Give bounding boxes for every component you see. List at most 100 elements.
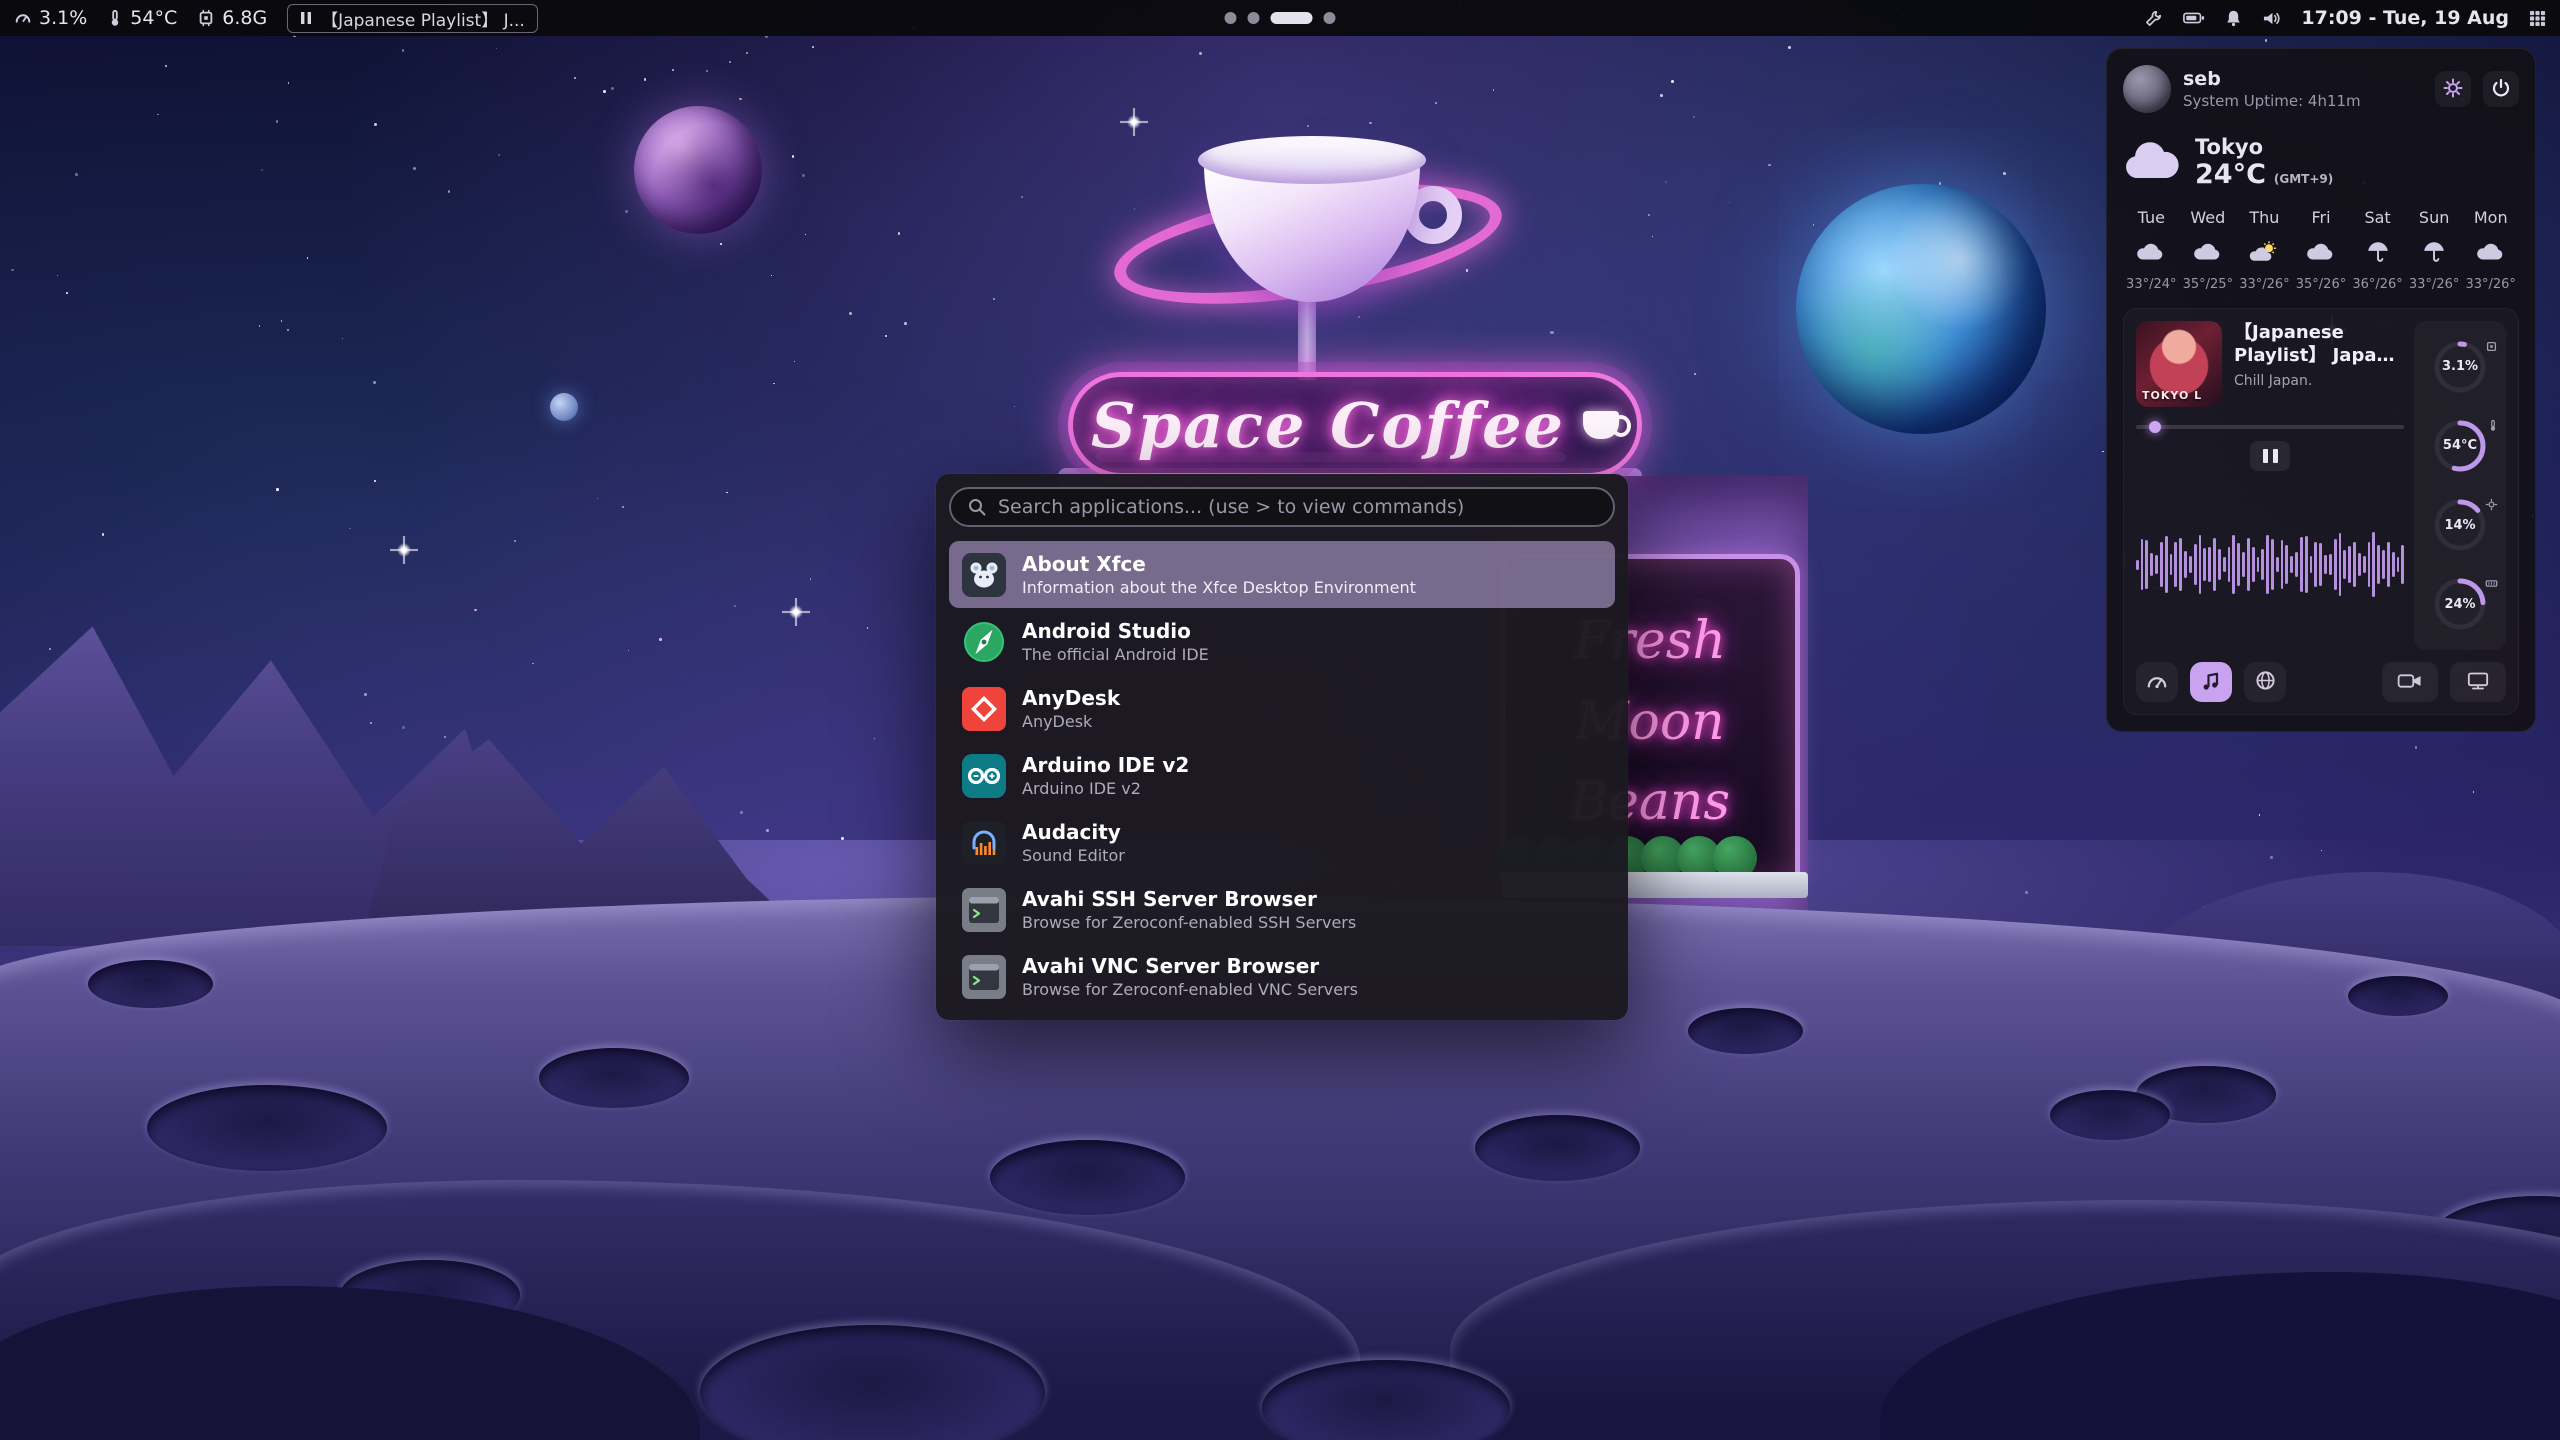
launcher-item-avahi-ssh[interactable]: Avahi SSH Server Browser Browse for Zero… [949,876,1615,943]
forecast-day: Wed 35°/25° [2180,208,2237,292]
performance-button[interactable] [2136,662,2178,702]
cpu-stat: 3.1% [14,7,87,29]
thermometer-icon [2488,417,2498,436]
launcher-item-arduino[interactable]: Arduino IDE v2 Arduino IDE v2 [949,742,1615,809]
display-button[interactable] [2450,662,2506,702]
memory-icon [2485,575,2498,594]
launcher-item-audacity[interactable]: Audacity Sound Editor [949,809,1615,876]
audacity-icon [962,821,1006,865]
app-subtitle: Arduino IDE v2 [1022,780,1189,798]
app-title: Avahi VNC Server Browser [1022,955,1358,978]
disk-gauge-value: 14% [2444,518,2475,533]
crater [539,1048,689,1108]
crater [2348,976,2448,1016]
cpu-gauge-value: 3.1% [2442,359,2478,374]
memory-gauge: 24% [2414,573,2506,635]
temperature-value: 54°C [130,7,177,29]
settings-button[interactable] [2435,71,2471,107]
weather-current: Tokyo 24°C (GMT+9) [2123,135,2519,190]
volume-icon[interactable] [2262,10,2281,27]
launcher-item-android-studio[interactable]: Android Studio The official Android IDE [949,608,1615,675]
video-camera-icon [2397,672,2423,693]
app-list: About Xfce Information about the Xfce De… [949,541,1615,1010]
xfce-icon [962,553,1006,597]
cloud-icon [2180,235,2237,269]
forecast-day: Thu 33°/26° [2236,208,2293,292]
bell-icon[interactable] [2225,9,2242,27]
cloud-icon [2293,235,2350,269]
pause-button[interactable] [2250,441,2290,471]
anydesk-icon [962,687,1006,731]
app-title: Android Studio [1022,620,1209,643]
audio-waveform [2136,479,2404,650]
web-button[interactable] [2244,662,2286,702]
pause-icon [2263,449,2268,463]
crater [147,1085,387,1171]
control-panel: seb System Uptime: 4h11m Tokyo 24°C (GMT… [2106,48,2536,732]
music-player: TOKYO L 【Japanese Playlist】 Japan All Ni… [2136,321,2404,650]
gear-icon [2443,78,2463,101]
app-launcher: About Xfce Information about the Xfce De… [936,474,1628,1020]
memory-value: 6.8G [222,7,267,29]
quick-actions [2136,662,2506,702]
android-studio-icon [962,620,1006,664]
clock[interactable]: 17:09 - Tue, 19 Aug [2301,7,2509,29]
crater [1475,1115,1640,1181]
memory-stat: 6.8G [197,7,267,29]
disk-gauge: 14% [2414,494,2506,556]
app-subtitle: Browse for Zeroconf-enabled SSH Servers [1022,914,1356,932]
power-button[interactable] [2483,71,2519,107]
display-icon [2466,671,2490,694]
search-input[interactable] [998,496,1597,518]
umbrella-icon [2349,235,2406,269]
neon-sign: Space Coffee [1068,372,1642,478]
app-title: Audacity [1022,821,1125,844]
thermometer-icon [107,9,123,27]
album-art[interactable]: TOKYO L [2136,321,2222,407]
workspace-dot[interactable] [1324,12,1336,24]
app-subtitle: AnyDesk [1022,713,1120,731]
cpu-icon [2485,338,2498,357]
screen-record-button[interactable] [2382,662,2438,702]
speedometer-icon [2146,671,2168,694]
track-artist: Chill Japan. [2234,373,2404,389]
temperature-gauge: 54°C [2414,415,2506,477]
coffee-cup-icon [1583,411,1619,439]
app-grid-icon[interactable] [2529,10,2546,27]
weather-forecast: Tue 33°/24° Wed 35°/25° Thu 33°/26° Fri … [2123,208,2519,292]
music-note-icon [2201,671,2221,694]
launcher-item-anydesk[interactable]: AnyDesk AnyDesk [949,675,1615,742]
battery-icon[interactable] [2183,11,2205,25]
launcher-item-about-xfce[interactable]: About Xfce Information about the Xfce De… [949,541,1615,608]
power-icon [2491,78,2511,101]
weather-timezone: (GMT+9) [2274,172,2333,186]
music-mode-button[interactable] [2190,662,2232,702]
system-uptime: System Uptime: 4h11m [2183,92,2361,110]
workspace-dots [1225,0,1336,36]
avatar[interactable] [2123,65,2171,113]
now-playing-pill[interactable]: 【Japanese Playlist】 J... [287,4,538,33]
workspace-dot[interactable] [1248,12,1260,24]
launcher-item-avahi-vnc[interactable]: Avahi VNC Server Browser Browse for Zero… [949,943,1615,1010]
temperature-stat: 54°C [107,7,177,29]
media-system-module: TOKYO L 【Japanese Playlist】 Japan All Ni… [2123,308,2519,715]
cpu-gauge: 3.1% [2414,336,2506,398]
track-title: 【Japanese Playlist】 Japan All Night - To… [2234,321,2404,368]
seek-slider[interactable] [2136,425,2404,429]
app-title: Avahi SSH Server Browser [1022,888,1356,911]
globe-icon [2255,670,2276,694]
app-subtitle: Information about the Xfce Desktop Envir… [1022,579,1416,597]
weather-temperature: 24°C [2195,159,2266,190]
search-bar [949,487,1615,527]
coffee-cup-rim [1198,136,1426,184]
arduino-icon [962,754,1006,798]
top-bar: 3.1% 54°C 6.8G 【Japanese Playlist】 J... [0,0,2560,36]
app-subtitle: Browse for Zeroconf-enabled VNC Servers [1022,981,1358,999]
user-name: seb [2183,68,2361,90]
terminal-icon [962,955,1006,999]
memory-gauge-value: 24% [2444,597,2475,612]
workspace-dot[interactable] [1271,12,1313,24]
workspace-dot[interactable] [1225,12,1237,24]
seek-handle[interactable] [2149,421,2161,433]
tools-icon[interactable] [2144,9,2163,28]
